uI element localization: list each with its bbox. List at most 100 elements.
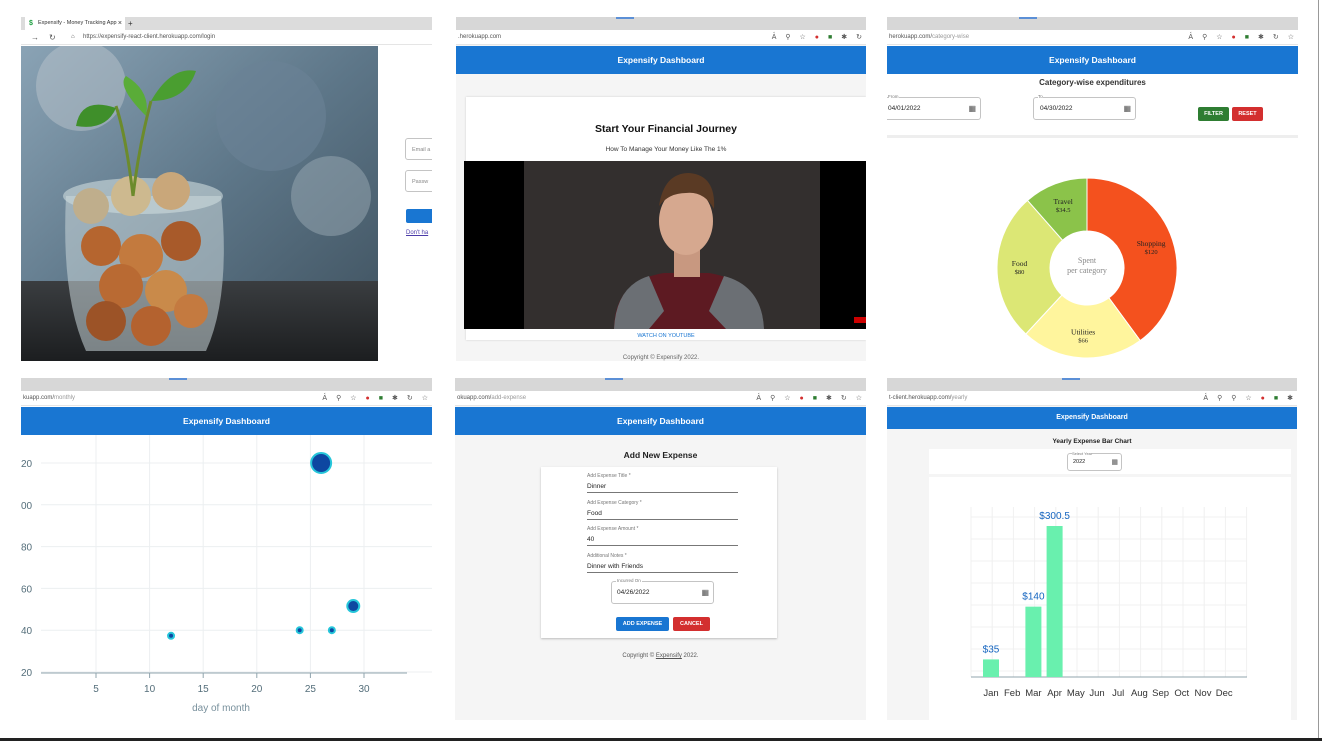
- monthly-scatter-chart: 20 00 80 60 40 20 5 10 15 20 25 30 day of month: [21, 435, 432, 714]
- star-icon[interactable]: ☆: [856, 391, 862, 406]
- settings-icon[interactable]: ✱: [841, 30, 847, 45]
- extension-icon[interactable]: ⚲: [336, 391, 341, 406]
- scatter-point[interactable]: [346, 599, 361, 614]
- calendar-icon[interactable]: ▦: [1123, 104, 1131, 113]
- red-extension-icon[interactable]: ●: [1261, 391, 1265, 406]
- browser-tabstrip: $ Expensify - Money Tracking App × +: [21, 17, 432, 30]
- yearly-panel: t-client.herokuapp.com/yearly A᷾ ⚲ ⚲ ☆ ●…: [887, 378, 1297, 720]
- favorite-icon[interactable]: ☆: [350, 391, 356, 406]
- favorite-icon[interactable]: ☆: [1216, 30, 1222, 45]
- yearly-bar-chart: $35 $140 $300.5 Jan Feb Mar Apr May Jun Jul Aug Se…: [970, 507, 1248, 699]
- settings-icon[interactable]: ✱: [1287, 391, 1293, 406]
- url-text: okuapp.com/add-expense: [457, 395, 527, 401]
- new-tab-icon[interactable]: +: [128, 17, 133, 30]
- additional-notes-field[interactable]: Additional Notes * Dinner with Friends: [587, 553, 738, 573]
- star-icon[interactable]: ☆: [422, 391, 428, 406]
- favorite-icon[interactable]: ☆: [800, 30, 806, 45]
- refresh-icon[interactable]: ↻: [841, 391, 847, 406]
- browser-tab[interactable]: $ Expensify - Money Tracking App ×: [25, 17, 125, 30]
- reset-button[interactable]: RESET: [1232, 107, 1263, 121]
- extension-icon[interactable]: ⚲: [770, 391, 775, 406]
- refresh-icon[interactable]: ↻: [1273, 30, 1279, 45]
- red-extension-icon[interactable]: ●: [800, 391, 804, 406]
- refresh-icon[interactable]: ↻: [407, 391, 413, 406]
- search-icon[interactable]: ⚲: [1217, 391, 1222, 406]
- y-tick-label: 40: [21, 626, 33, 637]
- to-date-picker[interactable]: To 04/30/2022 ▦: [1033, 94, 1136, 120]
- calendar-icon[interactable]: ▦: [701, 588, 709, 597]
- login-form: Email a Passw Don't ha: [378, 46, 432, 361]
- bar-value-label: $35: [983, 644, 1000, 655]
- address-bar[interactable]: okuapp.com/add-expense A᷾ ⚲ ☆ ● ■ ✱ ↻ ☆: [455, 391, 866, 406]
- bar-jan[interactable]: [983, 659, 999, 677]
- incurred-on-date-picker[interactable]: Incurred On 04/26/2022 ▦: [611, 578, 714, 604]
- close-tab-icon[interactable]: ×: [118, 17, 122, 30]
- address-bar[interactable]: herokuapp.com/category-wise A᷾ ⚲ ☆ ● ■ ✱…: [887, 30, 1298, 45]
- from-date-value: 04/01/2022: [888, 105, 921, 112]
- green-extension-icon[interactable]: ■: [1274, 391, 1278, 406]
- scatter-point[interactable]: [295, 626, 304, 635]
- browser-toolbar-icons: A᷾ ⚲ ☆ ● ■ ✱ ↻ ☆: [1188, 30, 1294, 45]
- center-label-line1: Spent: [1078, 256, 1097, 265]
- red-extension-icon[interactable]: ●: [1232, 30, 1236, 45]
- address-bar[interactable]: kuapp.com/monthly A᷾ ⚲ ☆ ● ■ ✱ ↻ ☆: [21, 391, 432, 406]
- bar-apr[interactable]: [1046, 526, 1063, 677]
- green-extension-icon[interactable]: ■: [1245, 30, 1249, 45]
- star-icon[interactable]: ☆: [1288, 30, 1294, 45]
- cancel-button[interactable]: CANCEL: [673, 617, 710, 631]
- settings-icon[interactable]: ✱: [392, 391, 398, 406]
- favorite-icon[interactable]: ☆: [784, 391, 790, 406]
- app-bar: Expensify Dashboard: [21, 407, 432, 435]
- youtube-video-player[interactable]: [464, 161, 866, 329]
- expense-title-field[interactable]: Add Expense Title * Dinner: [587, 473, 738, 493]
- reload-icon[interactable]: ↻: [49, 30, 56, 45]
- footer-link[interactable]: Expensify: [656, 653, 682, 659]
- refresh-icon[interactable]: ↻: [856, 30, 862, 45]
- extension-icon[interactable]: ⚲: [1231, 391, 1236, 406]
- url-text: https://expensify-react-client.herokuapp…: [83, 34, 216, 40]
- read-aloud-icon[interactable]: A᷾: [772, 30, 777, 45]
- calendar-icon[interactable]: ▦: [1111, 458, 1118, 466]
- settings-icon[interactable]: ✱: [1258, 30, 1264, 45]
- extension-icon[interactable]: ⚲: [785, 30, 790, 45]
- green-extension-icon[interactable]: ■: [828, 30, 832, 45]
- signup-link[interactable]: Don't ha: [406, 230, 428, 236]
- year-select[interactable]: Select Year 2022 ▦: [1067, 451, 1122, 471]
- dollar-favicon-icon: $: [29, 20, 33, 27]
- bar-mar[interactable]: [1025, 606, 1042, 677]
- settings-icon[interactable]: ✱: [826, 391, 832, 406]
- green-extension-icon[interactable]: ■: [379, 391, 383, 406]
- email-input[interactable]: Email a: [405, 138, 432, 160]
- red-extension-icon[interactable]: ●: [815, 30, 819, 45]
- expense-category-field[interactable]: Add Expense Category * Food: [587, 500, 738, 520]
- from-date-picker[interactable]: From 04/01/2022 ▦: [887, 94, 981, 120]
- read-aloud-icon[interactable]: A᷾: [1188, 30, 1193, 45]
- y-tick-label: 20: [21, 668, 33, 679]
- scatter-point[interactable]: [327, 626, 336, 635]
- address-bar[interactable]: .herokuapp.com A᷾ ⚲ ☆ ● ■ ✱ ↻: [456, 30, 866, 45]
- read-aloud-icon[interactable]: A᷾: [322, 391, 327, 406]
- y-tick-label: 20: [21, 459, 33, 470]
- address-bar[interactable]: → ↻ ⌂ https://expensify-react-client.her…: [21, 30, 432, 45]
- add-expense-button[interactable]: ADD EXPENSE: [616, 617, 669, 631]
- x-tick-label: 10: [144, 684, 156, 695]
- red-extension-icon[interactable]: ●: [366, 391, 370, 406]
- favorite-icon[interactable]: ☆: [1245, 391, 1251, 406]
- address-bar[interactable]: t-client.herokuapp.com/yearly A᷾ ⚲ ⚲ ☆ ●…: [887, 391, 1297, 406]
- read-aloud-icon[interactable]: A᷾: [1203, 391, 1208, 406]
- green-extension-icon[interactable]: ■: [813, 391, 817, 406]
- scatter-point[interactable]: [167, 631, 176, 640]
- sign-in-button[interactable]: [406, 209, 432, 223]
- filter-button[interactable]: FILTER: [1198, 107, 1229, 121]
- slice-value-label: $34.5: [1056, 207, 1071, 214]
- extension-icon[interactable]: ⚲: [1202, 30, 1207, 45]
- password-input[interactable]: Passw: [405, 170, 432, 192]
- browser-toolbar-icons: A᷾ ⚲ ☆ ● ■ ✱ ↻ ☆: [756, 391, 862, 406]
- expense-amount-field[interactable]: Add Expense Amount * 40: [587, 526, 738, 546]
- scatter-point[interactable]: [310, 452, 333, 474]
- calendar-icon[interactable]: ▦: [968, 104, 976, 113]
- monthly-panel: kuapp.com/monthly A᷾ ⚲ ☆ ● ■ ✱ ↻ ☆ Expen…: [21, 378, 432, 720]
- read-aloud-icon[interactable]: A᷾: [756, 391, 761, 406]
- back-icon[interactable]: →: [31, 30, 39, 45]
- watch-on-youtube-link[interactable]: WATCH ON YOUTUBE: [466, 333, 866, 339]
